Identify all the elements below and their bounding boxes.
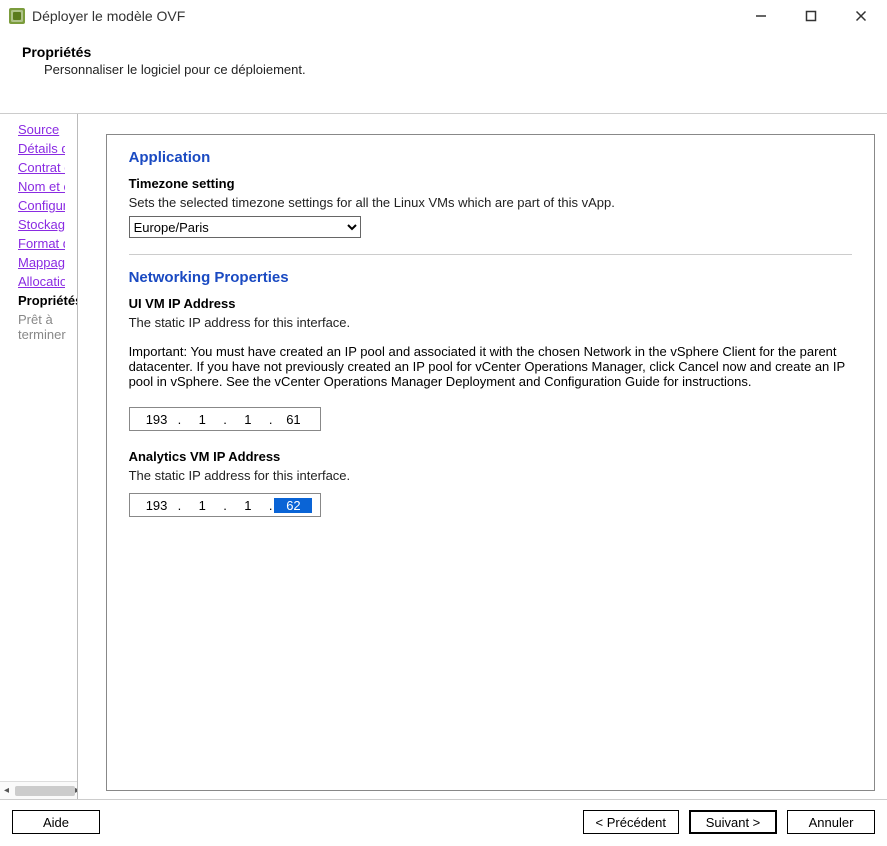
step-ip-allocation[interactable]: Allocation d'adresse IP: [18, 274, 65, 289]
application-title: Application: [129, 149, 852, 166]
networking-section: Networking Properties UI VM IP Address T…: [129, 269, 852, 517]
wizard-footer: Aide < Précédent Suivant > Annuler: [0, 799, 887, 846]
ui-vm-ip-input[interactable]: 193 . 1 . 1 . 61: [129, 407, 322, 431]
step-ovf-details[interactable]: Détails de modèle OVF: [18, 141, 65, 156]
ui-vm-ip-desc: The static IP address for this interface…: [129, 315, 852, 330]
page-subheading: Personnaliser le logiciel pour ce déploi…: [22, 62, 869, 77]
ip-octet-4[interactable]: 61: [274, 412, 312, 427]
ip-octet-2[interactable]: 1: [183, 412, 221, 427]
scroll-left-icon[interactable]: ◂: [4, 785, 9, 796]
minimize-button[interactable]: [747, 2, 775, 30]
window-title: Déployer le modèle OVF: [32, 8, 185, 24]
ip-octet-3[interactable]: 1: [229, 412, 267, 427]
application-section: Application Timezone setting Sets the se…: [129, 149, 852, 255]
properties-panel: Application Timezone setting Sets the se…: [106, 134, 875, 791]
networking-title: Networking Properties: [129, 269, 852, 286]
step-eula[interactable]: Contrat de Licence Utilisateur F: [18, 160, 65, 175]
main-region: Source Détails de modèle OVF Contrat de …: [0, 113, 887, 799]
header-region: Propriétés Personnaliser le logiciel pou…: [0, 32, 887, 85]
step-network-mapping[interactable]: Mappage de réseau: [18, 255, 65, 270]
close-button[interactable]: [847, 2, 875, 30]
timezone-label: Timezone setting: [129, 176, 852, 191]
timezone-select[interactable]: Europe/Paris: [129, 216, 361, 238]
ip-octet-3[interactable]: 1: [229, 498, 267, 513]
cancel-button[interactable]: Annuler: [787, 810, 875, 834]
wizard-steps: Source Détails de modèle OVF Contrat de …: [0, 114, 77, 781]
page-heading: Propriétés: [22, 44, 869, 60]
ui-vm-ip-label: UI VM IP Address: [129, 296, 852, 311]
ui-vm-ip-note: Important: You must have created an IP p…: [129, 344, 852, 389]
timezone-desc: Sets the selected timezone settings for …: [129, 195, 852, 210]
content-wrap: Application Timezone setting Sets the se…: [78, 114, 887, 799]
ip-octet-2[interactable]: 1: [183, 498, 221, 513]
maximize-button[interactable]: [797, 2, 825, 30]
analytics-vm-ip-label: Analytics VM IP Address: [129, 449, 852, 464]
help-button[interactable]: Aide: [12, 810, 100, 834]
back-button[interactable]: < Précédent: [583, 810, 679, 834]
step-properties-current: Propriétés: [18, 293, 65, 308]
step-storage[interactable]: Stockage: [18, 217, 65, 232]
titlebar: Déployer le modèle OVF: [0, 0, 887, 32]
ip-octet-1[interactable]: 193: [138, 412, 176, 427]
step-name-location[interactable]: Nom et emplacement: [18, 179, 65, 194]
ip-octet-1[interactable]: 193: [138, 498, 176, 513]
step-source[interactable]: Source: [18, 122, 65, 137]
step-ready-to-complete: Prêt à terminer: [18, 312, 65, 342]
scroll-thumb[interactable]: [15, 786, 75, 796]
step-disk-format[interactable]: Format de disque: [18, 236, 65, 251]
ip-octet-4-selected[interactable]: 62: [274, 498, 312, 513]
wizard-sidebar: Source Détails de modèle OVF Contrat de …: [0, 114, 78, 799]
next-button[interactable]: Suivant >: [689, 810, 777, 834]
analytics-vm-ip-desc: The static IP address for this interface…: [129, 468, 852, 483]
analytics-vm-ip-input[interactable]: 193 . 1 . 1 . 62: [129, 493, 322, 517]
step-deployment-config[interactable]: Configuration de déploiement: [18, 198, 65, 213]
sidebar-horizontal-scrollbar[interactable]: ◂ ▸: [0, 781, 77, 799]
app-icon: [8, 7, 26, 25]
